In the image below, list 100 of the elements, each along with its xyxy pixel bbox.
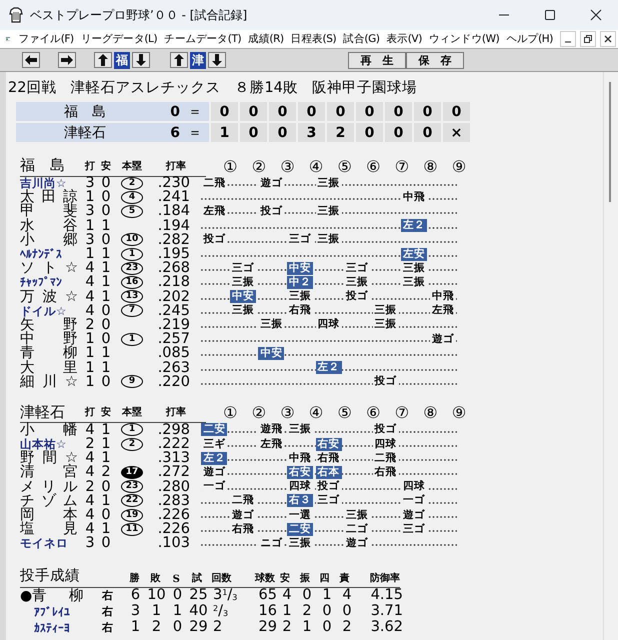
batting-average-cell-text: .226 [156,522,190,536]
at-bat-result: 三振 [258,318,284,332]
at-bat-result: 三振 [401,262,428,275]
at-bat-result: 中飛 [286,452,313,465]
stat-cell-text: 4.15 [370,588,403,603]
at-bat-result: 投ゴ [344,290,370,304]
hits-cell-text: 2 [100,465,112,480]
inning-score-cell: 0 [240,123,267,142]
at-bat-result: 右飛 [286,304,313,318]
inning-header: ⑧ [422,156,439,176]
batting-average-cell-text: .282 [156,232,190,247]
at-bat-result: 三振 [401,276,428,289]
at-bats-cell-text: 1 [84,190,96,204]
batting-average-cell-text: .283 [156,494,190,508]
stat-cell-text: 0 [301,588,313,603]
batting-average-cell-text: .195 [156,247,190,262]
menu-item[interactable]: チームデータ(T) [164,32,242,46]
hits-cell-text: 1 [100,290,112,304]
at-bats-cell-text: 4 [84,261,96,276]
home-run-count: 11 [121,522,143,536]
at-bats-cell-text: 4 [84,290,96,304]
at-bat-result: 投ゴ [258,204,284,218]
hits-cell-text: 1 [100,437,112,452]
batting-average-cell-text: .222 [156,437,190,452]
inning-header: ② [250,403,268,422]
toolbar-button[interactable]: 保 存 [406,52,464,68]
stat-cell-text: 29 [258,620,277,635]
at-bat-result: 右３ [286,494,313,508]
toolbar-button[interactable]: 再 生 [348,52,406,68]
team-name: 福 島 [64,102,107,120]
column-header: 安 [100,405,112,420]
inning-score-cell: 0 [385,102,412,121]
menu-item[interactable]: 日程表(S) [290,32,336,46]
at-bats-cell-text: 1 [84,247,96,262]
at-bat-result: 三ギ [201,438,228,451]
at-bats-cell-text: 4 [84,275,96,290]
at-bat-result: 二安 [286,522,313,536]
batting-average-cell-text: .226 [156,508,190,522]
stat-cell-text: 6 [130,588,142,603]
batter-name: 小 幡 [20,422,78,437]
home-run-count: 1 [121,332,143,346]
batting-average-cell-text: .241 [156,190,190,204]
stat-cell-text: 3.71 [370,604,403,619]
menu-item[interactable]: 成績(R) [248,32,284,46]
menu-item[interactable]: 表示(V) [386,32,422,46]
at-bat-result: 右飛 [316,452,342,465]
menu-item[interactable]: ヘルプ(H) [506,32,553,46]
column-header: 本塁 [120,406,143,420]
pitching-heading: 投手成績 [20,566,81,584]
home-run-count: 19 [121,508,143,522]
batting-average-cell-text: .220 [156,374,190,389]
batter-name: 太田諒 [20,190,78,204]
column-header: 回数 [210,572,232,584]
inning-header: ⑧ [422,403,439,422]
at-bat-result: 遊ゴ [344,536,370,550]
home-run-count: 1 [121,248,143,261]
menu-item[interactable]: リーグデータ(L) [80,32,158,46]
hits-cell-text: 0 [100,304,112,318]
home-run-count: 1 [121,423,143,436]
menu-item[interactable]: ファイル(F) [18,32,74,46]
at-bat-result: 二ゴ [344,522,370,536]
inning-header: ① [222,156,238,176]
home-run-count: 7 [121,304,143,318]
hits-cell-text: 0 [100,332,112,346]
column-header: 球数 [254,572,275,584]
home-run-count: 2 [121,438,143,451]
at-bats-cell-text: 3 [84,536,96,550]
column-header: 打率 [164,405,187,420]
stat-cell-text: 2 [150,620,162,635]
inning-header: ④ [308,403,324,422]
batting-average-cell-text: .184 [156,204,190,218]
at-bat-result: 左２ [401,219,428,232]
at-bat-result: 中安 [230,290,256,304]
column-header: 敗 [149,572,162,584]
home-run-count: 5 [121,204,143,218]
inning-score-cell: 0 [385,123,412,142]
menu-item[interactable]: 試合(G) [343,32,380,46]
at-bat-result: 投ゴ [316,480,342,494]
column-header: 防御率 [369,571,400,584]
inning-score-cell: 0 [414,123,441,142]
column-header: S [172,574,181,584]
stat-cell: 10 [146,588,167,603]
at-bat-result: 三ゴ [401,522,428,536]
stat-cell-text: 2 [281,620,293,635]
at-bat-result: 中安 [258,346,284,360]
equals-sign: ＝ [188,102,202,120]
at-bats-cell-text: 1 [84,218,96,233]
batter-name: 大 里 [20,360,78,375]
hits-cell-text: 1 [100,261,112,276]
at-bat-result: 左２ [316,361,342,374]
inning-score-cell: 0 [443,102,470,121]
menu-item[interactable]: ウィンドウ(W) [428,32,500,46]
inning-score-cell: 0 [414,102,441,121]
pitcher-name: ｱﾌﾞﾚｲﾕ [34,604,71,618]
inning-score-cell: 0 [356,123,383,142]
at-bat-result: 遊ゴ [230,508,256,522]
inning-header: ② [250,156,268,176]
inning-score-cell: 0 [327,102,354,121]
batting-average-cell-text: .257 [156,332,190,346]
at-bat-result: 二飛 [230,494,256,508]
